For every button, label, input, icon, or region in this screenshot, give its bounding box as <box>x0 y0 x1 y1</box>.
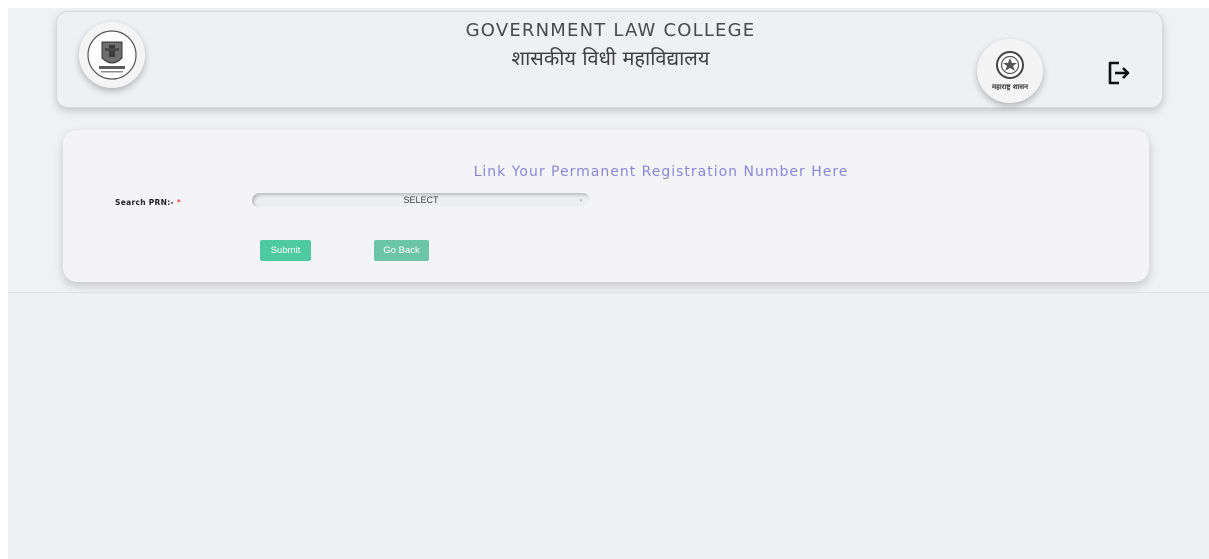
college-title-en: GOVERNMENT LAW COLLEGE <box>465 20 756 41</box>
go-back-button[interactable]: Go Back <box>374 240 429 261</box>
form-title: Link Your Permanent Registration Number … <box>473 164 849 180</box>
submit-button[interactable]: Submit <box>260 240 311 261</box>
prn-select[interactable]: SELECT ⌄ <box>252 193 590 208</box>
prn-select-value: SELECT <box>403 195 439 205</box>
required-mark: * <box>176 198 182 207</box>
page: GOVERNMENT LAW COLLEGE शासकीय विधी महावि… <box>8 8 1209 559</box>
search-prn-label-text: Search PRN:- <box>115 198 177 207</box>
logout-icon[interactable] <box>1102 57 1134 89</box>
maharashtra-govt-seal-icon: महाराष्ट्र शासन <box>977 39 1043 103</box>
seal-caption: महाराष्ट्र शासन <box>991 83 1029 91</box>
search-prn-label: Search PRN:- * <box>115 198 181 207</box>
chevron-down-icon: ⌄ <box>578 195 584 203</box>
header: GOVERNMENT LAW COLLEGE शासकीय विधी महावि… <box>56 11 1163 108</box>
prn-form-card: Link Your Permanent Registration Number … <box>63 130 1149 282</box>
logout-button[interactable] <box>1102 57 1134 89</box>
